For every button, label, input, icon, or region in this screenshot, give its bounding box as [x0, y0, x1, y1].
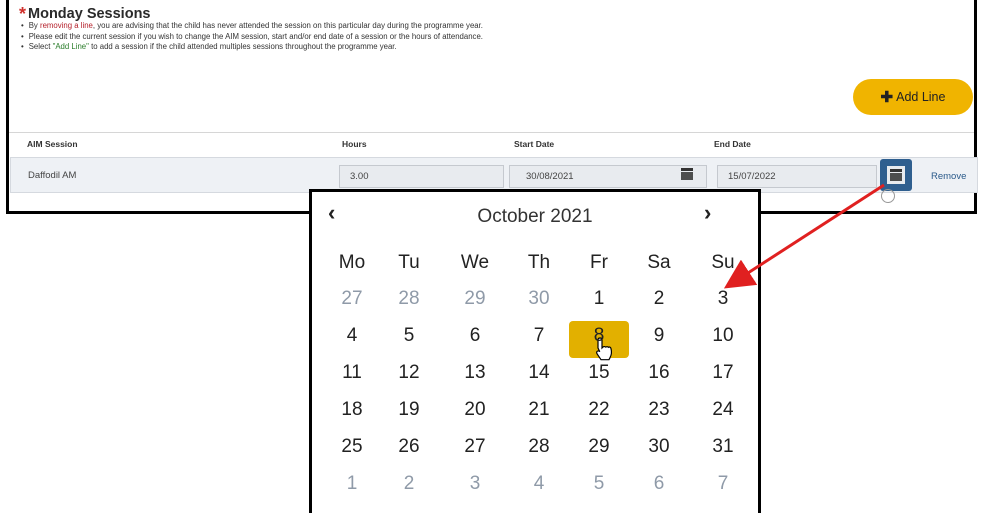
annotation-arrow — [723, 183, 885, 289]
